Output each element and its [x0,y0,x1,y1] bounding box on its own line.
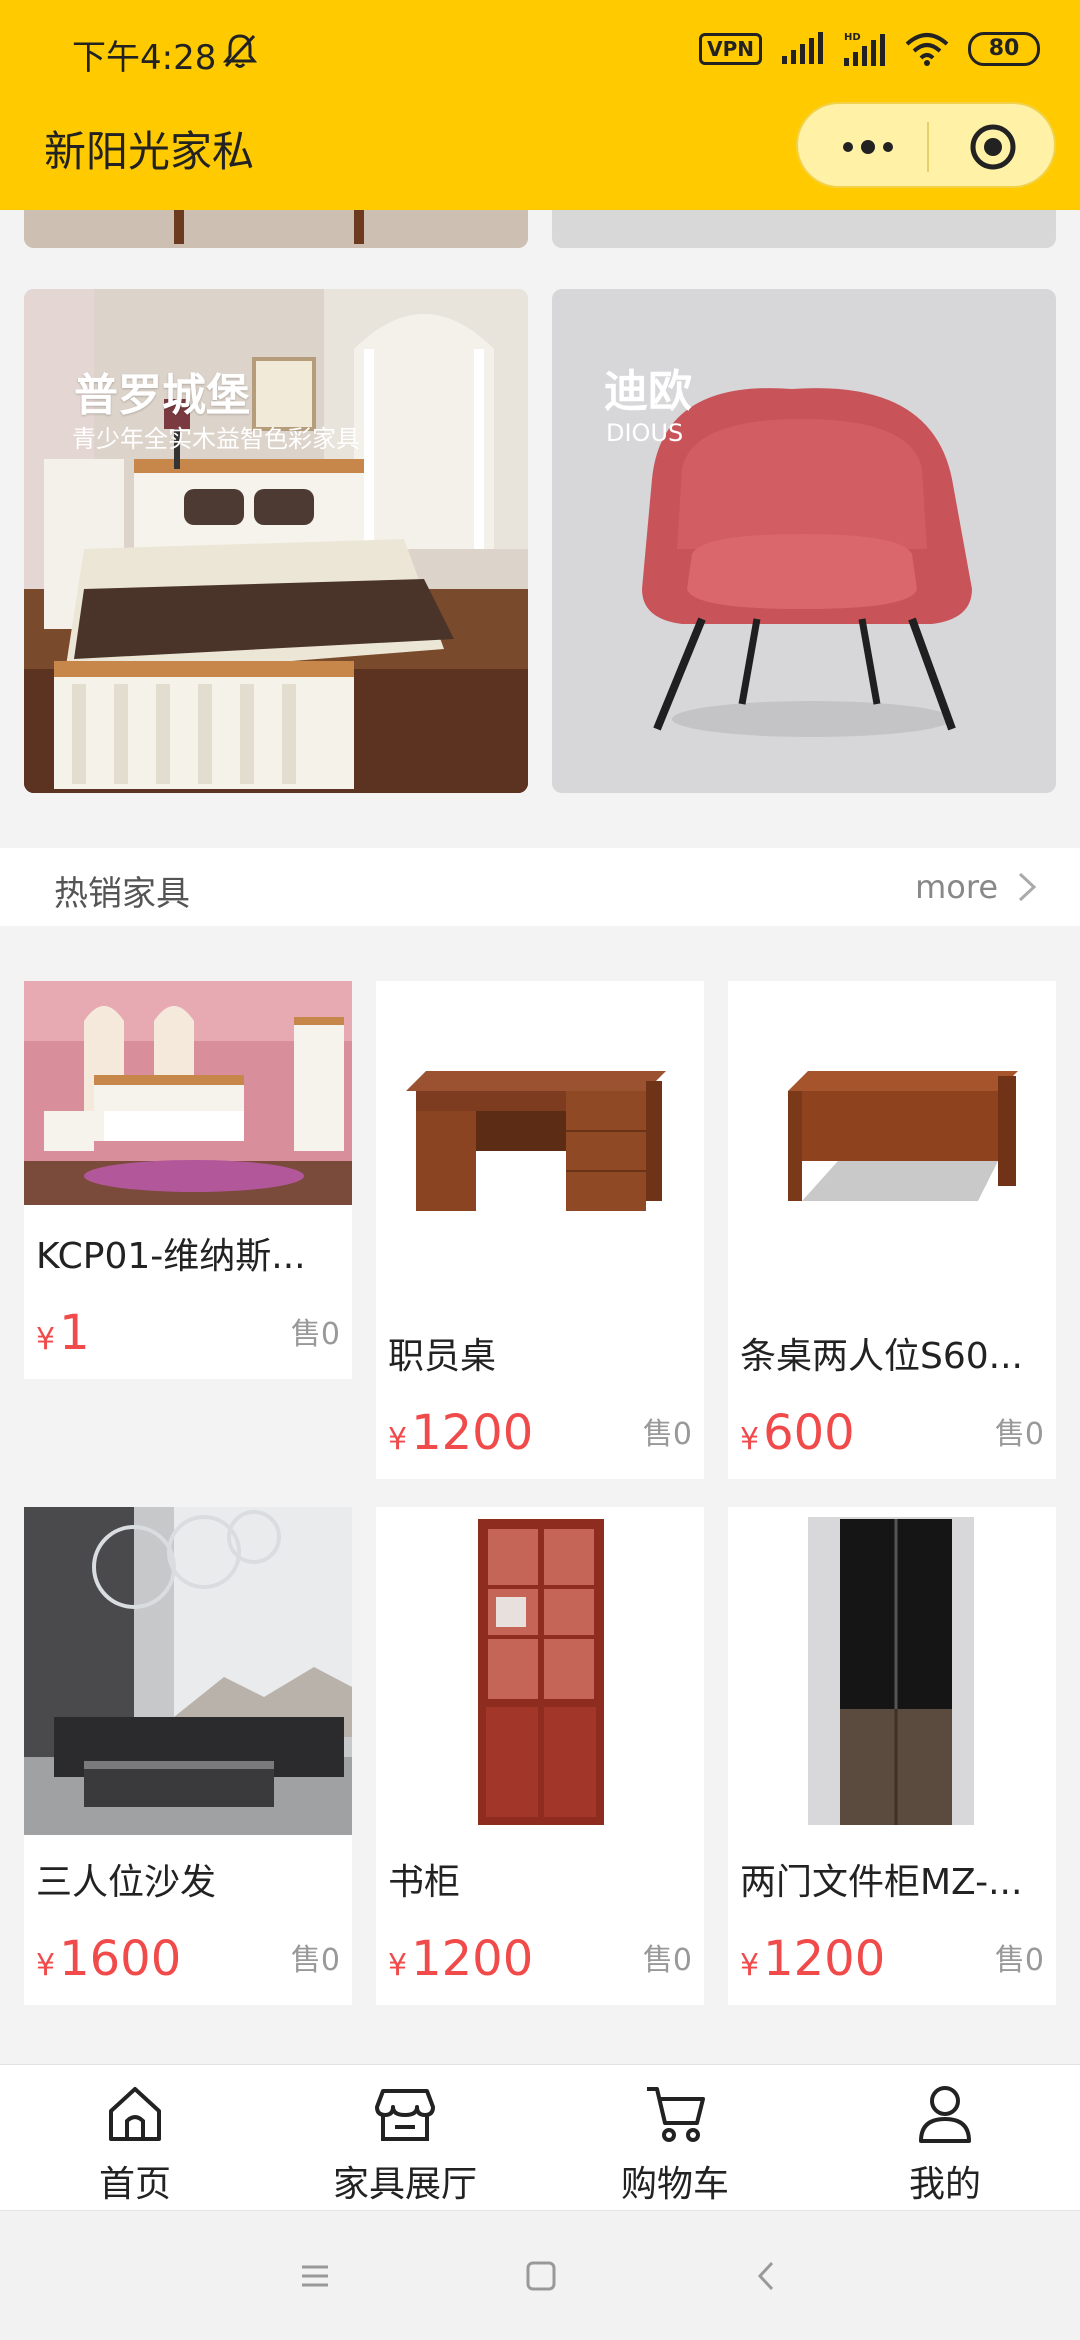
sold-count: 售0 [642,1417,692,1452]
cart-icon [647,2087,705,2142]
battery-indicator: 80 [968,32,1040,66]
banner-bed[interactable]: 普罗城堡 青少年全实木益智色彩家具 [24,289,528,793]
store-icon [375,2089,435,2141]
tab-profile[interactable]: 我的 [810,2065,1080,2211]
tab-home[interactable]: 首页 [0,2065,270,2211]
banner-subtitle: 青少年全实木益智色彩家具 [72,425,360,453]
signal-hd-icon: HD [844,32,885,66]
price-value: 1600 [59,1931,182,1987]
product-card[interactable]: 三人位沙发 ¥1600 售0 [24,1507,352,2005]
product-price: ¥1600 [36,1931,181,1987]
capsule-divider [927,122,929,172]
currency-symbol: ¥ [740,1948,760,1983]
product-name: 两门文件柜MZ-... [740,1862,1023,1903]
status-time: 下午4:28 [72,38,217,78]
price-value: 600 [763,1405,855,1461]
currency-symbol: ¥ [740,1422,760,1457]
product-name: KCP01-维纳斯... [36,1236,306,1277]
tab-label: 购物车 [620,2164,729,2205]
section-title: 热销家具 [54,874,190,914]
tab-showroom[interactable]: 家具展厅 [270,2065,540,2211]
product-price: ¥1200 [388,1931,533,1987]
more-dots-icon[interactable] [838,130,898,164]
home-icon [109,2087,161,2141]
product-name: 条桌两人位S60... [740,1336,1023,1377]
currency-symbol: ¥ [388,1948,408,1983]
hot-sale-header: 热销家具 more [0,848,1080,926]
product-name: 职员桌 [388,1336,497,1377]
tab-label: 首页 [98,2164,171,2205]
product-name: 书柜 [388,1862,461,1903]
currency-symbol: ¥ [36,1322,56,1357]
tab-cart[interactable]: 购物车 [540,2065,810,2211]
more-link[interactable]: more [915,868,998,906]
banner-chair[interactable]: 迪欧 DIOUS [552,289,1056,793]
status-icons: VPN HD 80 [699,30,1040,68]
app-header: 下午4:28 VPN HD 80 新阳光家私 [0,0,1080,210]
app-title: 新阳光家私 [44,127,255,176]
product-price: ¥1200 [388,1405,533,1461]
menu-icon[interactable] [290,2251,340,2301]
miniprogram-capsule [796,102,1056,188]
product-price: ¥600 [740,1405,855,1461]
back-icon[interactable] [742,2251,792,2301]
muted-bell-icon [222,34,258,68]
product-card[interactable]: 条桌两人位S60... ¥600 售0 [728,981,1056,1479]
product-name: 三人位沙发 [36,1862,217,1903]
tab-label: 我的 [908,2164,981,2205]
bottom-tab-bar: 首页 家具展厅 购物车 我的 [0,2064,1080,2210]
wifi-icon [905,33,949,66]
product-image [24,1507,352,1835]
product-image [376,981,704,1309]
chevron-right-icon[interactable] [1014,870,1040,904]
product-card[interactable]: KCP01-维纳斯... ¥1 售0 [24,981,352,1379]
product-image [728,981,1056,1309]
vpn-badge: VPN [699,33,762,65]
status-bar: 下午4:28 VPN HD 80 [0,0,1080,105]
banner-title: 迪欧 [604,366,692,417]
currency-symbol: ¥ [36,1948,56,1983]
sold-count: 售0 [994,1417,1044,1452]
close-target-icon[interactable] [968,122,1018,172]
home-square-icon[interactable] [516,2251,566,2301]
svg-text:HD: HD [844,32,861,43]
price-value: 1200 [411,1405,534,1461]
signal-icon [782,32,823,64]
banner-subtitle: DIOUS [606,419,684,447]
banner-title: 普罗城堡 [74,370,250,421]
product-image [728,1507,1056,1835]
price-value: 1200 [763,1931,886,1987]
tab-label: 家具展厅 [332,2164,477,2205]
system-nav-bar [0,2210,1080,2340]
product-price: ¥1200 [740,1931,885,1987]
product-image [376,1507,704,1835]
price-value: 1 [59,1305,90,1361]
product-price: ¥1 [36,1305,90,1361]
price-value: 1200 [411,1931,534,1987]
product-card[interactable]: 两门文件柜MZ-... ¥1200 售0 [728,1507,1056,2005]
sold-count: 售0 [290,1943,340,1978]
sold-count: 售0 [994,1943,1044,1978]
product-image [24,981,352,1205]
currency-symbol: ¥ [388,1422,408,1457]
sold-count: 售0 [642,1943,692,1978]
product-card[interactable]: 职员桌 ¥1200 售0 [376,981,704,1479]
sold-count: 售0 [290,1317,340,1352]
product-card[interactable]: 书柜 ¥1200 售0 [376,1507,704,2005]
user-icon [919,2086,971,2143]
